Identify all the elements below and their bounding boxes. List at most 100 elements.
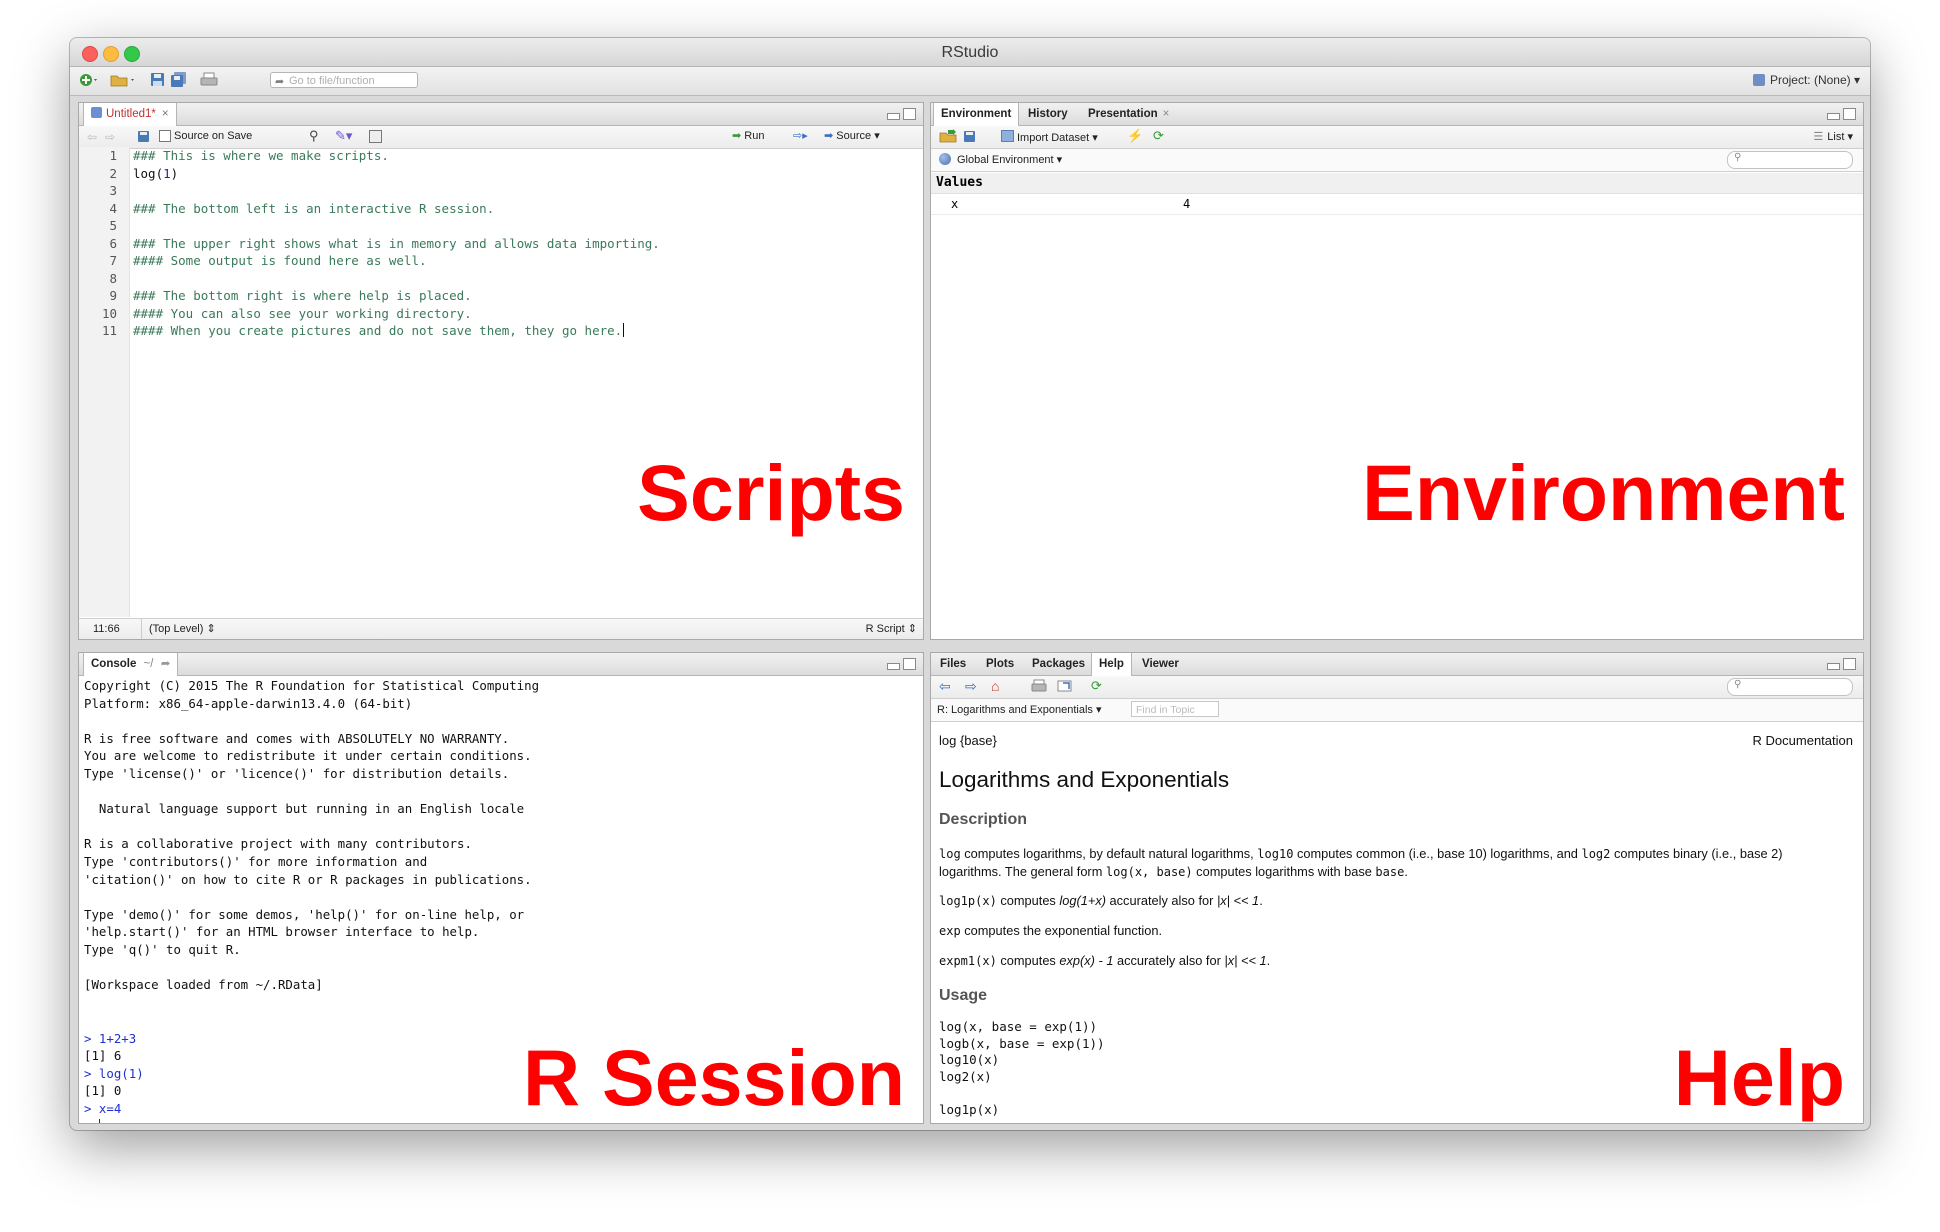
help-topic-bar: R: Logarithms and Exponentials ▾ Find in… xyxy=(931,699,1863,722)
list-view-label: List ▾ xyxy=(1827,131,1853,143)
description-p2: log1p(x) computes log(1+x) accurately al… xyxy=(939,893,1263,908)
save-script-icon[interactable] xyxy=(137,130,151,147)
back-arrow-icon[interactable]: ⇦ xyxy=(87,130,97,144)
r-documentation-label: R Documentation xyxy=(1752,733,1853,748)
new-file-icon[interactable] xyxy=(78,72,97,87)
line-number: 10 xyxy=(101,305,117,321)
tab-plots[interactable]: Plots xyxy=(979,653,1021,675)
close-tab-icon[interactable]: × xyxy=(162,108,169,120)
help-function-ref: log {base} xyxy=(939,733,997,748)
global-environment-selector[interactable]: Global Environment ▾ xyxy=(957,153,1062,166)
line-number: 7 xyxy=(109,253,117,268)
values-header: Values xyxy=(931,173,1863,194)
line-number: 3 xyxy=(109,183,117,198)
source-pane-min-max[interactable] xyxy=(887,108,917,120)
goto-arrow-icon: ➦ xyxy=(275,76,285,88)
console-prompt[interactable]: > xyxy=(84,1118,100,1123)
cursor-position: 11:66 xyxy=(93,623,120,635)
go-to-dir-icon[interactable]: ➦ xyxy=(161,658,171,670)
tab-presentation[interactable]: Presentation × xyxy=(1081,103,1176,125)
code-editor[interactable]: ### This is where we make scripts. log(1)… xyxy=(133,147,660,340)
help-topic-selector[interactable]: R: Logarithms and Exponentials ▾ xyxy=(937,703,1102,716)
save-all-icon[interactable] xyxy=(170,72,187,87)
description-heading: Description xyxy=(939,811,1028,828)
find-in-topic-input[interactable]: Find in Topic xyxy=(1131,701,1219,717)
r-session-overlay-label: R Session xyxy=(523,1033,905,1122)
tab-packages[interactable]: Packages xyxy=(1025,653,1092,675)
window-title: RStudio xyxy=(941,44,999,61)
help-search-input[interactable]: ⚲ xyxy=(1727,678,1853,696)
rerun-icon[interactable]: ⇨▸ xyxy=(793,129,808,142)
tab-viewer[interactable]: Viewer xyxy=(1135,653,1186,675)
variable-row[interactable]: x 4 xyxy=(931,194,1863,215)
help-toolbar: ⇦ ⇨ ⌂ ⟳ ⚲ xyxy=(931,676,1863,699)
list-view-selector[interactable]: ☰ List ▾ xyxy=(1813,130,1853,143)
save-icon[interactable] xyxy=(150,72,167,87)
refresh-icon[interactable]: ⟳ xyxy=(1153,128,1164,144)
environment-toolbar: Import Dataset ▾ ⚡ ⟳ ☰ List ▾ xyxy=(931,126,1863,149)
help-back-icon[interactable]: ⇦ xyxy=(939,678,951,695)
import-dataset-button[interactable]: Import Dataset ▾ xyxy=(1001,130,1098,144)
code-line: ### The bottom left is an interactive R … xyxy=(133,200,495,216)
search-icon[interactable]: ⚲ xyxy=(309,128,319,144)
print-icon[interactable] xyxy=(200,72,218,87)
environment-pane-min-max[interactable] xyxy=(1827,108,1857,120)
help-title: Logarithms and Exponentials xyxy=(939,767,1230,792)
source-arrow-icon: ➡ xyxy=(824,130,834,142)
tab-console[interactable]: Console ~/ ➦ xyxy=(83,653,179,676)
run-label: Run xyxy=(744,130,765,142)
compile-notebook-icon[interactable] xyxy=(369,130,382,143)
line-numbers: 1 2 3 4 5 6 7 8 9 10 11 xyxy=(79,147,117,340)
code-line: log(1) xyxy=(133,165,179,181)
rstudio-window: RStudio ➦ Go to file/function Project: (… xyxy=(70,38,1870,1130)
scope-selector[interactable]: (Top Level) ⇕ xyxy=(149,619,216,639)
run-button[interactable]: ➡ Run xyxy=(732,129,764,142)
help-pane-min-max[interactable] xyxy=(1827,658,1857,670)
goto-placeholder: Go to file/function xyxy=(289,75,375,87)
console-out-1: [1] 6 xyxy=(84,1048,122,1064)
forward-arrow-icon[interactable]: ⇨ xyxy=(105,130,115,144)
file-type-selector[interactable]: R Script ⇕ xyxy=(866,619,917,639)
r-file-icon xyxy=(91,107,102,118)
home-icon[interactable]: ⌂ xyxy=(991,678,999,694)
environment-search-input[interactable]: ⚲ xyxy=(1727,151,1853,169)
console-cmd-1: > 1+2+3 xyxy=(84,1030,137,1046)
line-number: 2 xyxy=(109,165,117,181)
help-overlay-label: Help xyxy=(1673,1033,1845,1122)
project-icon xyxy=(1752,74,1765,86)
tab-untitled1[interactable]: Untitled1* × xyxy=(83,103,177,126)
project-menu[interactable]: Project: (None) ▾ xyxy=(1752,73,1860,87)
code-line: ### The bottom right is where help is pl… xyxy=(133,288,472,303)
print-icon[interactable] xyxy=(1031,679,1047,696)
console-pane-min-max[interactable] xyxy=(887,658,917,670)
load-workspace-icon[interactable] xyxy=(939,128,957,147)
console-tabs: Console ~/ ➦ xyxy=(79,653,923,676)
open-file-icon[interactable] xyxy=(110,72,134,87)
main-toolbar: ➦ Go to file/function Project: (None) ▾ xyxy=(70,67,1870,96)
tab-help[interactable]: Help xyxy=(1091,653,1132,676)
line-number: 4 xyxy=(109,200,117,216)
environment-pane: Environment History Presentation × Import… xyxy=(930,102,1864,640)
goto-file-function-input[interactable]: ➦ Go to file/function xyxy=(270,72,418,88)
broom-icon[interactable]: ⚡ xyxy=(1127,128,1143,144)
tab-files[interactable]: Files xyxy=(933,653,973,675)
tab-environment[interactable]: Environment xyxy=(933,103,1020,126)
wand-icon[interactable]: ✎▾ xyxy=(335,128,352,144)
source-on-save-checkbox[interactable] xyxy=(159,130,171,142)
console-prompt-symbol: > xyxy=(84,1119,99,1123)
description-p3: exp computes the exponential function. xyxy=(939,923,1163,938)
close-presentation-icon[interactable]: × xyxy=(1163,108,1170,120)
code-line: ### This is where we make scripts. xyxy=(133,148,389,163)
console-working-dir: ~/ xyxy=(143,658,154,670)
source-button[interactable]: ➡ Source ▾ xyxy=(824,129,880,142)
environment-scope-bar: Global Environment ▾ ⚲ xyxy=(931,149,1863,172)
save-workspace-icon[interactable] xyxy=(963,130,977,147)
help-refresh-icon[interactable]: ⟳ xyxy=(1091,678,1102,694)
show-in-window-icon[interactable] xyxy=(1057,679,1073,696)
tab-history[interactable]: History xyxy=(1021,103,1075,125)
help-forward-icon[interactable]: ⇨ xyxy=(965,678,977,695)
editor-cursor xyxy=(623,323,625,337)
globe-icon xyxy=(939,153,951,165)
